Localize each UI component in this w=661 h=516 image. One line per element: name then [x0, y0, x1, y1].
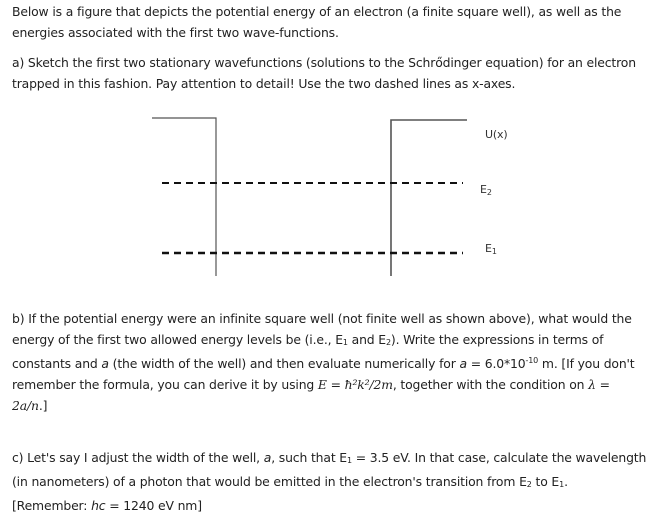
- text: .: [564, 474, 568, 489]
- e1-label: E1: [485, 242, 497, 256]
- left-barrier: [152, 117, 217, 276]
- text: b) If the potential energy were an infin…: [12, 311, 632, 326]
- text: c) Let's say I adjust the width of the w…: [12, 450, 264, 465]
- lambda-condition: λ =: [588, 377, 610, 392]
- variable-a: a: [459, 356, 467, 371]
- text: [Remember:: [12, 498, 92, 513]
- text: (in nanometers) of a photon that would b…: [12, 474, 527, 489]
- question-c: c) Let's say I adjust the width of the w…: [12, 447, 657, 516]
- text: , such that E: [271, 450, 347, 465]
- text: m. [If you don't: [538, 356, 635, 371]
- text: , together with the condition on: [392, 377, 589, 392]
- text: constants and: [12, 356, 102, 371]
- text: energy of the first two allowed energy l…: [12, 332, 343, 347]
- text: = 1240 eV nm]: [105, 498, 202, 513]
- text: = 6.0*10: [466, 356, 526, 371]
- text: ). Write the expressions in terms of: [390, 332, 604, 347]
- text: = 3.5 eV. In that case, calculate the wa…: [351, 450, 647, 465]
- potential-label: U(x): [485, 128, 508, 141]
- question-b: b) If the potential energy were an infin…: [12, 308, 657, 416]
- finite-square-well-figure: U(x) E2 E1: [152, 117, 508, 276]
- text: to E: [531, 474, 560, 489]
- text: and E: [347, 332, 386, 347]
- text: remember the formula, you can derive it …: [12, 377, 318, 392]
- e2-label: E2: [480, 183, 492, 197]
- energy-formula: E = ħ²k²/2m: [317, 377, 393, 392]
- text: (the width of the well) and then evaluat…: [108, 356, 460, 371]
- lambda-formula: 2a/n: [12, 398, 39, 413]
- variable-a: a: [101, 356, 109, 371]
- exponent: -10: [525, 356, 539, 365]
- text: .]: [38, 398, 48, 413]
- hc-constant: hc: [91, 498, 106, 513]
